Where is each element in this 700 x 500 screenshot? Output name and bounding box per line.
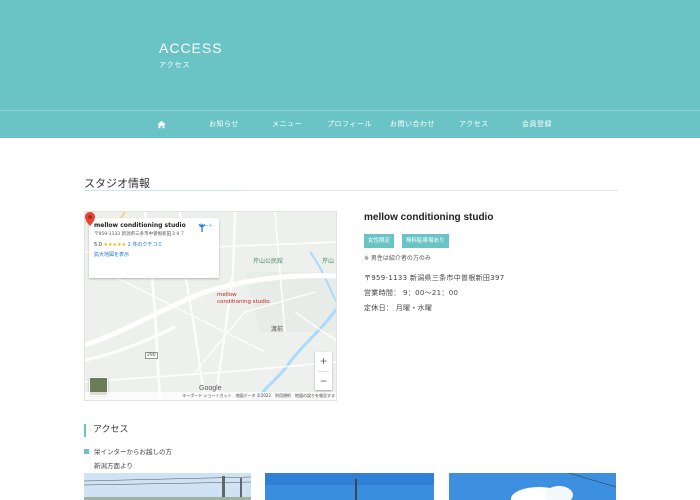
route-subtitle: 新潟方面より <box>94 462 133 470</box>
studio-name: mellow conditioning studio <box>364 212 494 223</box>
zoom-out-button[interactable]: − <box>315 372 332 391</box>
map-card-title: mellow conditioning studio <box>94 222 186 229</box>
hero-banner: ACCESS アクセス <box>0 0 700 110</box>
studio-closed: 定休日： 月曜・水曜 <box>364 304 433 312</box>
directions-button[interactable]: ルート <box>197 223 215 232</box>
map-footer[interactable]: キーボード ショートカット 地図データ ©2022 利用規約 地図の誤りを報告す… <box>85 392 336 400</box>
park-label-2: 芹山 <box>322 258 335 265</box>
main-nav: お知らせ メニュー プロフィール お問い合わせ アクセス 会員登録 <box>0 110 700 138</box>
route-title-text: 栄インターからお越しの方 <box>94 448 172 456</box>
map-pin-label: mellow conditioning studio <box>217 292 270 306</box>
park-label: 芹山公民館 <box>253 258 284 265</box>
place-label: 渡前 <box>271 326 284 333</box>
access-heading: アクセス <box>84 424 129 437</box>
nav-item-news[interactable]: お知らせ <box>209 111 239 139</box>
page-subtitle: アクセス <box>159 61 191 69</box>
section-divider-accent <box>84 190 244 191</box>
bullet-icon <box>84 449 89 454</box>
nav-item-access[interactable]: アクセス <box>459 111 489 139</box>
map-info-card: mellow conditioning studio 〒959-1133 新潟県… <box>89 218 219 278</box>
tag-free-parking: 無料駐車場あり <box>402 234 449 248</box>
route-title: 栄インターからお越しの方 <box>84 446 172 456</box>
pin-label-line2: conditioning studio <box>217 299 270 305</box>
rating-value: 5.0 <box>94 242 102 248</box>
road-number-badge: 290 <box>145 352 158 359</box>
access-photo-3 <box>449 473 616 500</box>
access-photo-1 <box>84 473 251 500</box>
tag-women-only: 女性限定 <box>364 234 395 248</box>
google-logo: Google <box>199 385 222 392</box>
directions-icon <box>198 224 206 232</box>
pin-label-line1: mellow <box>217 292 237 298</box>
nav-item-contact[interactable]: お問い合わせ <box>390 111 435 139</box>
google-map[interactable]: mellow conditioning studio 〒959-1133 新潟県… <box>84 211 337 401</box>
section-title: スタジオ情報 <box>84 177 150 190</box>
nav-item-menu[interactable]: メニュー <box>272 111 302 139</box>
map-pin-icon[interactable] <box>85 212 95 226</box>
home-icon[interactable] <box>157 120 166 129</box>
map-card-rating: 5.0 ★★★★★ 2 件のクチコミ <box>94 241 214 248</box>
nav-item-profile[interactable]: プロフィール <box>327 111 372 139</box>
zoom-control: + − <box>315 352 332 390</box>
nav-item-register[interactable]: 会員登録 <box>522 111 552 139</box>
studio-hours: 営業時間： 9：00～21：00 <box>364 289 459 297</box>
reviews-link[interactable]: 2 件のクチコミ <box>128 242 163 248</box>
zoom-in-button[interactable]: + <box>315 352 332 371</box>
access-photo-2 <box>265 473 434 500</box>
studio-note: ※ 男性は紹介者の方のみ <box>364 255 431 262</box>
map-card-address: 〒959-1133 新潟県三条市中曽根新田３９７ <box>94 232 185 237</box>
studio-address: 〒959-1133 新潟県三条市中曽根新田397 <box>364 274 505 282</box>
page-title: ACCESS <box>159 40 223 56</box>
larger-map-link[interactable]: 拡大地図を表示 <box>94 251 214 258</box>
star-rating-icon: ★★★★★ <box>103 242 126 248</box>
